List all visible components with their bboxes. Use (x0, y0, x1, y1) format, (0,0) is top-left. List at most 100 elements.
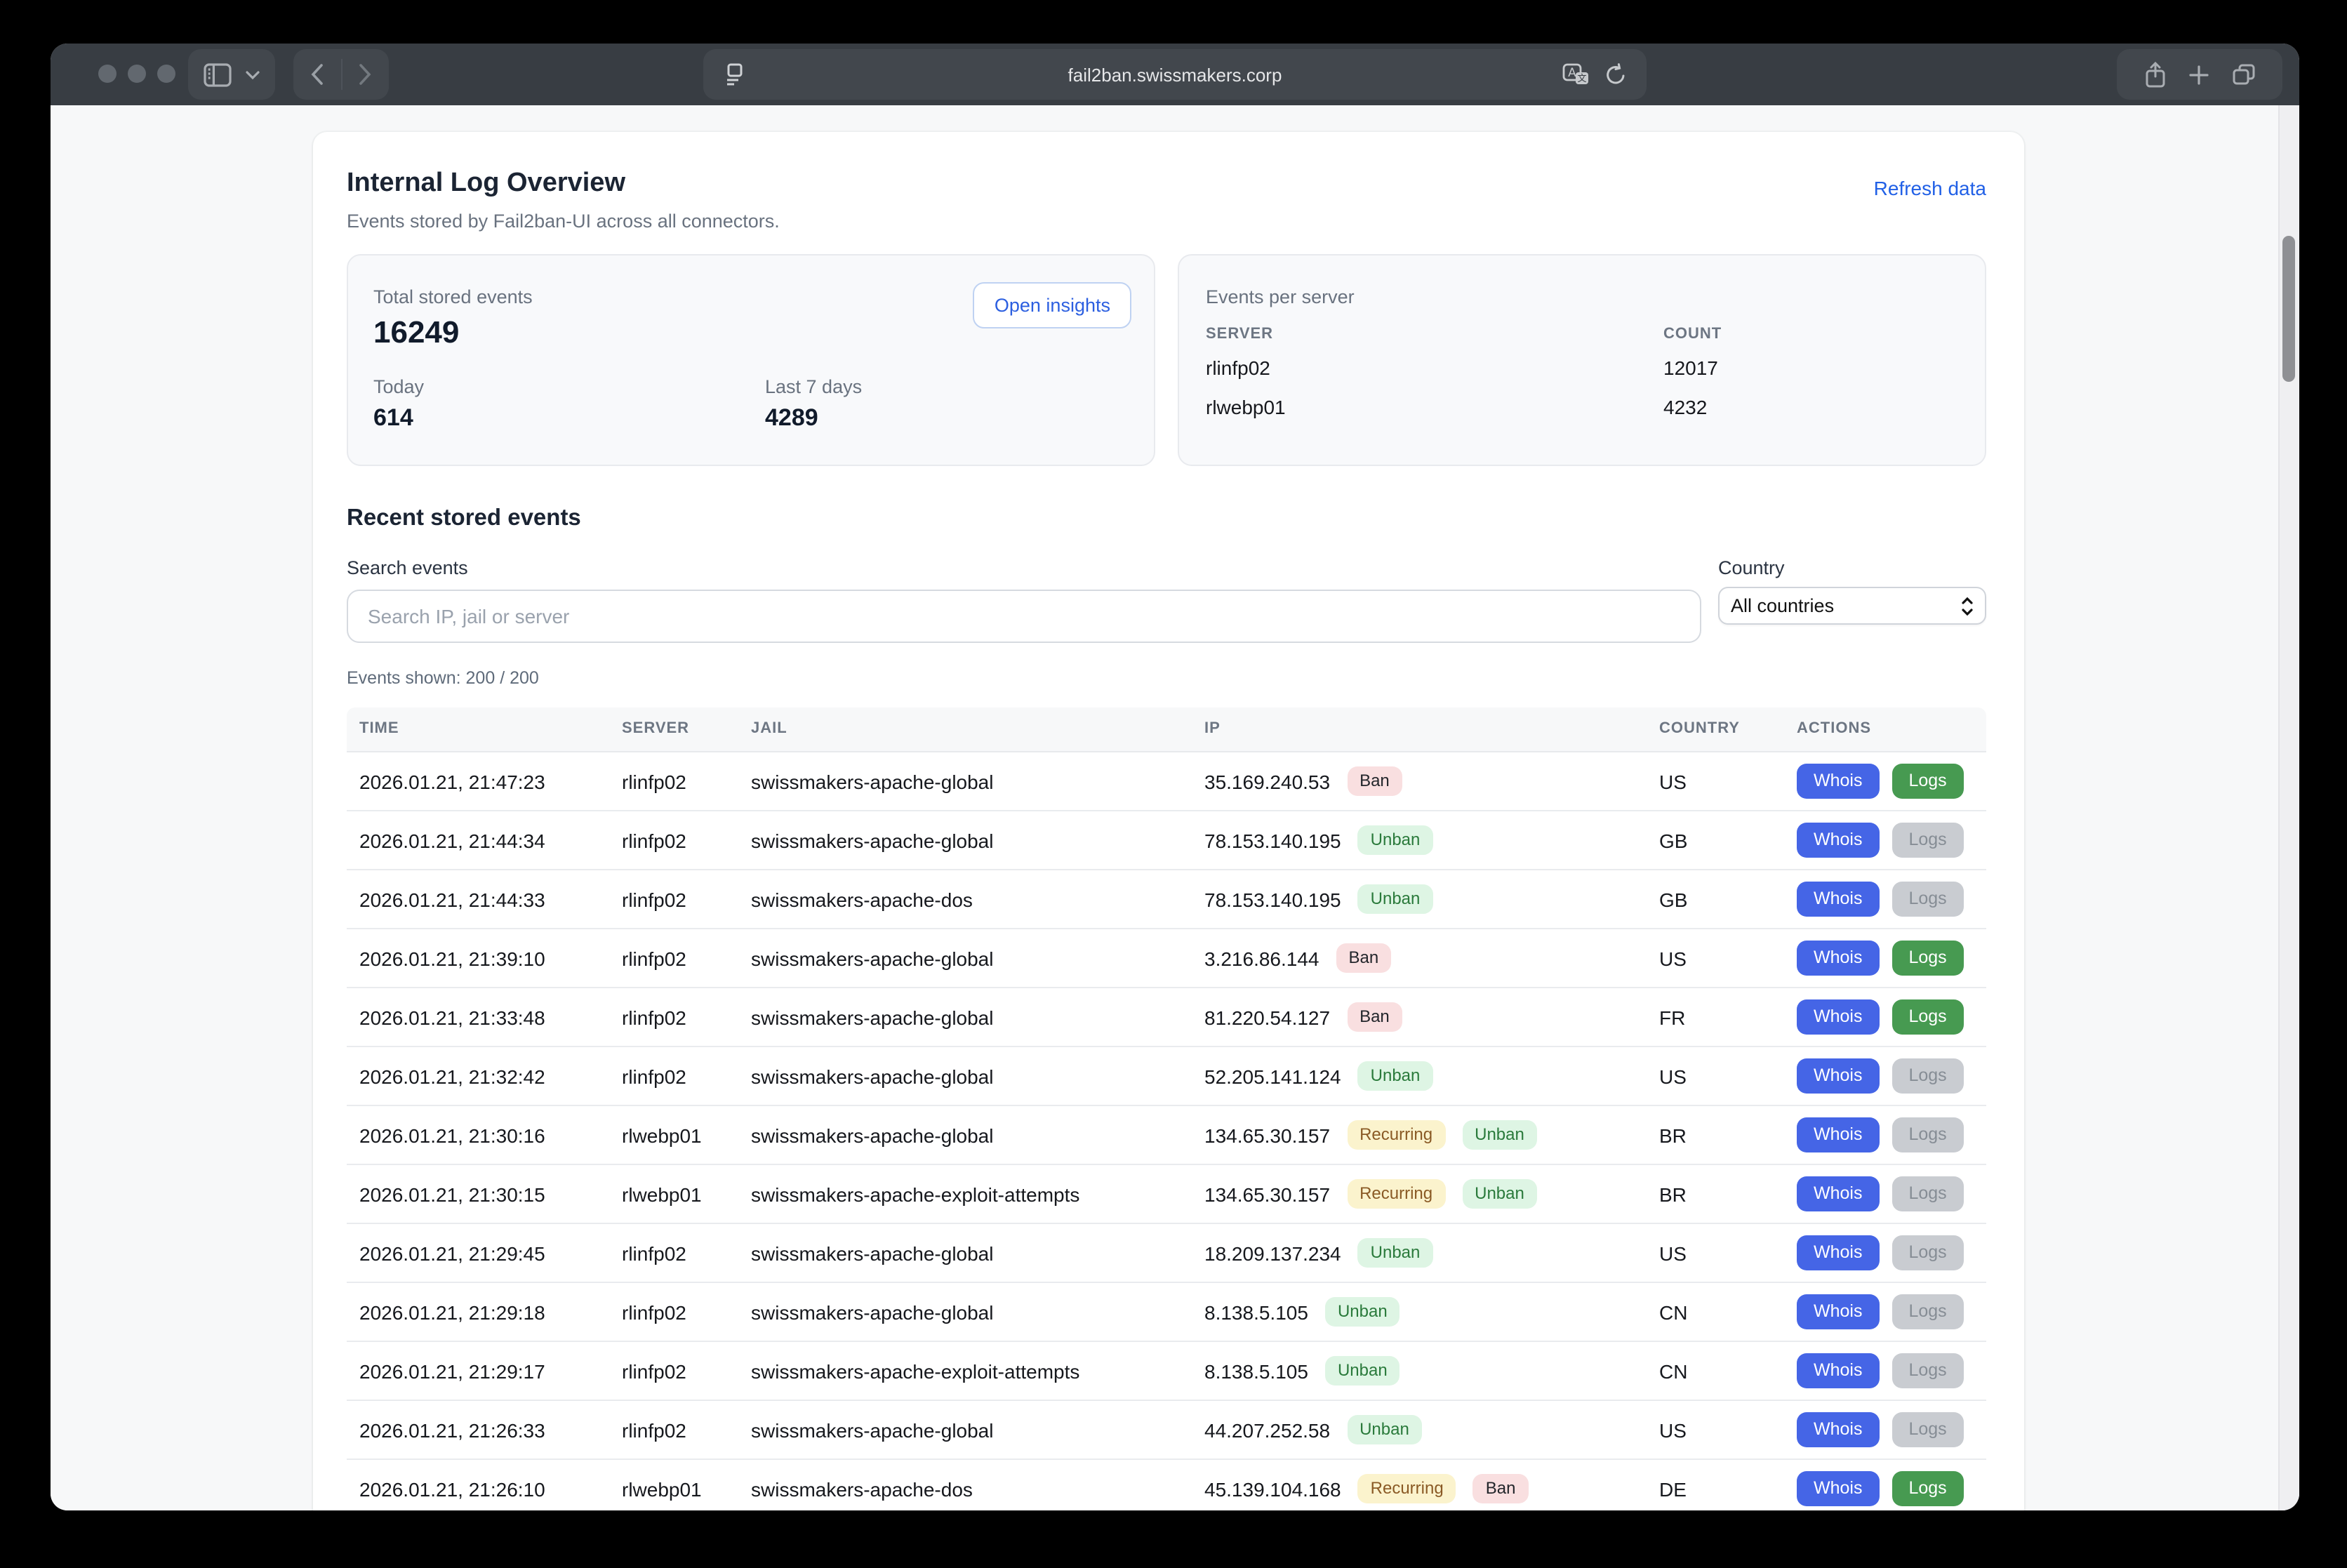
whois-button[interactable]: Whois (1797, 1236, 1879, 1270)
events-per-server-card: Events per server SERVER COUNT rlinfp021… (1178, 254, 1986, 466)
whois-button[interactable]: Whois (1797, 1354, 1879, 1388)
logs-button[interactable]: Logs (1891, 1354, 1963, 1388)
event-country: US (1659, 929, 1687, 987)
whois-button[interactable]: Whois (1797, 1000, 1879, 1035)
event-country: US (1659, 1047, 1687, 1105)
screenshot-root: fail2ban.swissmakers.corp A 文 (0, 0, 2347, 1568)
unban-badge: Unban (1358, 1239, 1433, 1268)
events-shown-text: Events shown: 200 / 200 (347, 668, 539, 688)
event-jail: swissmakers-apache-global (751, 1047, 994, 1105)
event-server: rlwebp01 (622, 1165, 702, 1223)
logs-button[interactable]: Logs (1891, 764, 1963, 799)
stats-row: Total stored events 16249 Open insights … (347, 254, 1986, 466)
back-button[interactable] (293, 63, 340, 86)
event-ip-cell: 3.216.86.144Ban (1204, 929, 1391, 987)
forward-button[interactable] (342, 63, 389, 86)
table-row: 2026.01.21, 21:29:45 rlinfp02 swissmakers-… (347, 1224, 1986, 1283)
logs-button[interactable]: Logs (1891, 1059, 1963, 1094)
tab-overview-icon[interactable] (2231, 63, 2255, 86)
event-ip: 44.207.252.58 (1204, 1418, 1330, 1441)
event-jail: swissmakers-apache-exploit-attempts (751, 1342, 1079, 1400)
logs-button[interactable]: Logs (1891, 1413, 1963, 1447)
event-country: US (1659, 1401, 1687, 1459)
whois-button[interactable]: Whois (1797, 1413, 1879, 1447)
logs-button[interactable]: Logs (1891, 1118, 1963, 1152)
event-time: 2026.01.21, 21:29:45 (359, 1224, 545, 1282)
whois-button[interactable]: Whois (1797, 1059, 1879, 1094)
server-column-header: SERVER (1206, 326, 1273, 343)
share-icon[interactable] (2144, 61, 2165, 88)
event-time: 2026.01.21, 21:30:16 (359, 1106, 545, 1164)
search-input[interactable] (347, 590, 1701, 643)
event-jail: swissmakers-apache-global (751, 811, 994, 869)
event-jail: swissmakers-apache-global (751, 1224, 994, 1282)
address-bar[interactable]: fail2ban.swissmakers.corp A 文 (703, 49, 1647, 100)
events-per-server-label: Events per server (1206, 286, 1355, 307)
recurring-badge: Recurring (1347, 1180, 1445, 1209)
event-country: CN (1659, 1342, 1687, 1400)
reload-icon[interactable] (1604, 63, 1627, 87)
whois-button[interactable]: Whois (1797, 1177, 1879, 1211)
whois-button[interactable]: Whois (1797, 1295, 1879, 1329)
whois-button[interactable]: Whois (1797, 764, 1879, 799)
whois-button[interactable]: Whois (1797, 1118, 1879, 1152)
logs-button[interactable]: Logs (1891, 1000, 1963, 1035)
per-server-name: rlinfp02 (1206, 357, 1270, 379)
table-row: 2026.01.21, 21:44:33rlinfp02swissmakers-… (347, 870, 1986, 929)
event-ip: 18.209.137.234 (1204, 1242, 1341, 1264)
event-jail: swissmakers-apache-global (751, 929, 994, 987)
event-ip-cell: 45.139.104.168RecurringBan (1204, 1460, 1528, 1510)
country-select[interactable]: All countries (1718, 587, 1986, 625)
ban-badge: Ban (1336, 944, 1392, 973)
event-server: rlinfp02 (622, 1401, 686, 1459)
whois-button[interactable]: Whois (1797, 941, 1879, 976)
event-ip: 134.65.30.157 (1204, 1183, 1330, 1205)
minimize-button[interactable] (128, 65, 146, 83)
event-actions: Whois Logs (1797, 988, 1964, 1046)
logs-button[interactable]: Logs (1891, 882, 1963, 917)
unban-badge: Unban (1462, 1180, 1537, 1209)
unban-badge: Unban (1358, 826, 1433, 855)
page-subtitle: Events stored by Fail2ban-UI across all … (347, 211, 780, 232)
table-row: 2026.01.21, 21:30:16rlwebp01swissmakers-… (347, 1106, 1986, 1165)
logs-button[interactable]: Logs (1891, 941, 1963, 976)
scrollbar-thumb[interactable] (2282, 236, 2295, 382)
sidebar-toggle-button[interactable] (188, 49, 275, 100)
whois-button[interactable]: Whois (1797, 882, 1879, 917)
logs-button[interactable]: Logs (1891, 1236, 1963, 1270)
logs-button[interactable]: Logs (1891, 823, 1963, 858)
new-tab-icon[interactable] (2188, 64, 2209, 85)
total-events-value: 16249 (373, 314, 459, 351)
event-country: DE (1659, 1460, 1687, 1510)
event-server: rlinfp02 (622, 1224, 686, 1282)
logs-button[interactable]: Logs (1891, 1295, 1963, 1329)
nav-buttons (293, 49, 389, 100)
event-actions: Whois Logs (1797, 1342, 1964, 1400)
close-button[interactable] (98, 65, 117, 83)
refresh-data-link[interactable]: Refresh data (1874, 177, 1986, 199)
event-server: rlinfp02 (622, 929, 686, 987)
col-ip: IP (1204, 720, 1221, 737)
whois-button[interactable]: Whois (1797, 823, 1879, 858)
open-insights-button[interactable]: Open insights (973, 282, 1131, 328)
logs-button[interactable]: Logs (1891, 1177, 1963, 1211)
country-label: Country (1718, 557, 1785, 578)
page-viewport: Internal Log Overview Events stored by F… (51, 105, 2299, 1510)
whois-button[interactable]: Whois (1797, 1472, 1879, 1506)
event-ip: 45.139.104.168 (1204, 1477, 1341, 1500)
event-country: GB (1659, 811, 1687, 869)
main-card: Internal Log Overview Events stored by F… (313, 132, 2024, 1510)
events-table: TIME SERVER JAIL IP COUNTRY ACTIONS 2026… (347, 707, 1986, 1510)
event-server: rlinfp02 (622, 870, 686, 928)
event-time: 2026.01.21, 21:26:10 (359, 1460, 545, 1510)
unban-badge: Unban (1325, 1357, 1400, 1386)
event-ip-cell: 52.205.141.124Unban (1204, 1047, 1432, 1105)
zoom-button[interactable] (157, 65, 175, 83)
event-jail: swissmakers-apache-global (751, 1106, 994, 1164)
recurring-badge: Recurring (1358, 1475, 1456, 1503)
event-jail: swissmakers-apache-global (751, 1401, 994, 1459)
event-country: BR (1659, 1106, 1687, 1164)
events-table-header: TIME SERVER JAIL IP COUNTRY ACTIONS (347, 707, 1986, 752)
translate-icon[interactable]: A 文 (1562, 63, 1590, 87)
logs-button[interactable]: Logs (1891, 1472, 1963, 1506)
